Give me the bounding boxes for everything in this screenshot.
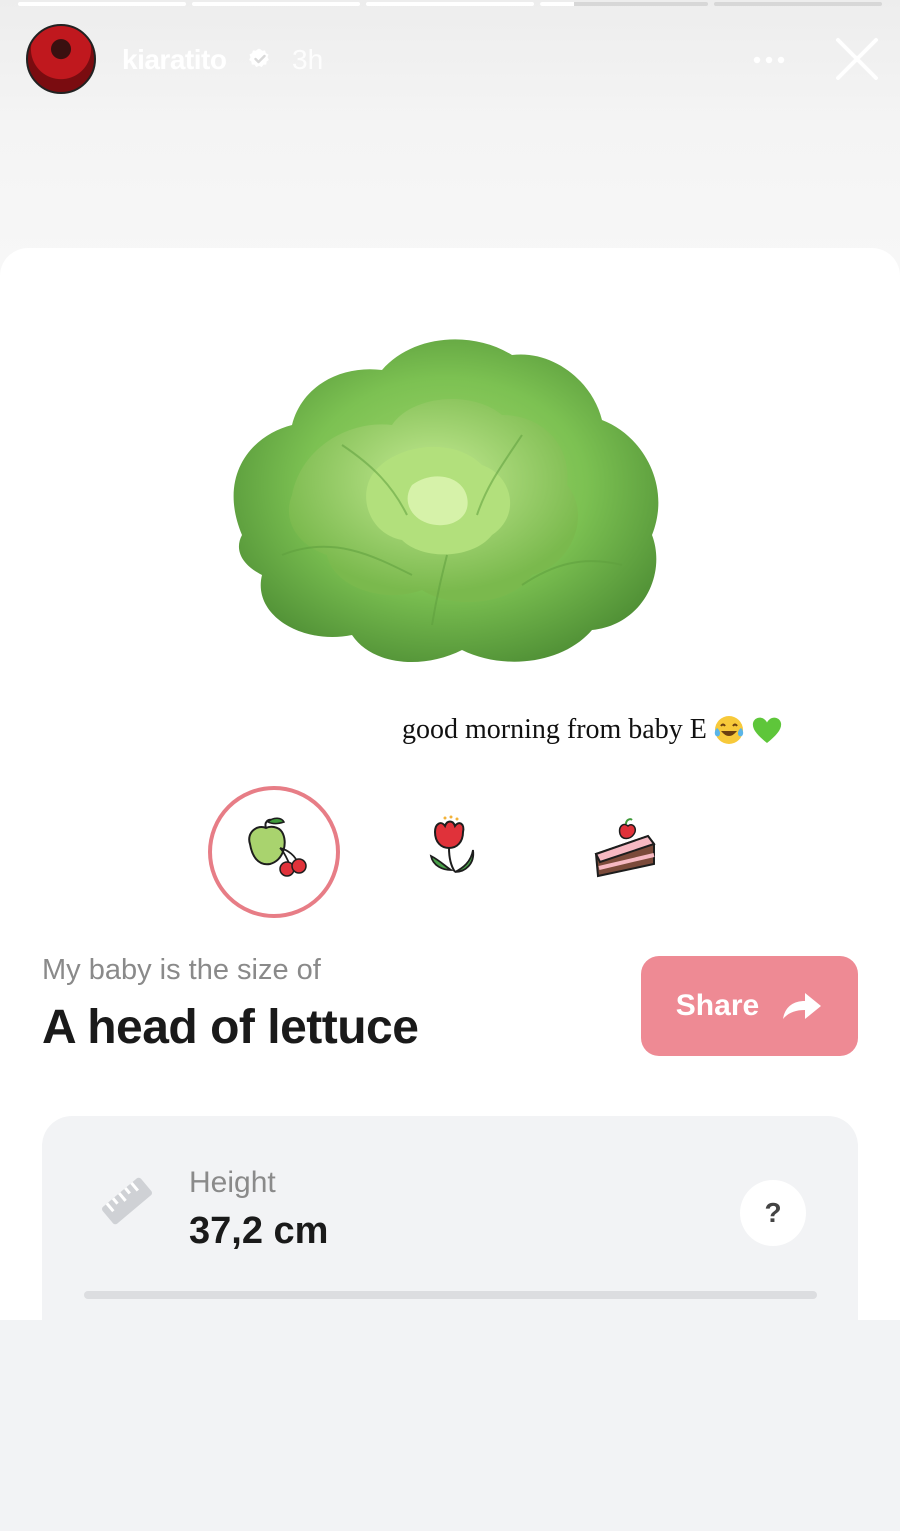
ruler-icon [102,1177,152,1225]
fruit-apple-cherry-icon[interactable] [240,814,310,884]
story-progress-segment [714,2,882,6]
share-button[interactable]: Share [641,956,858,1056]
size-value: A head of lettuce [42,1001,419,1054]
username[interactable]: kiaratito [122,44,227,76]
avatar[interactable] [26,24,96,94]
story-progress-segment [540,2,708,6]
story-progress-bar [18,2,882,6]
height-value: 37,2 cm [189,1210,329,1252]
flower-tulip-icon[interactable] [415,814,485,884]
story-caption: good morning from baby E [402,714,783,746]
post-time: 3h [292,44,324,75]
cake-slice-icon[interactable] [590,814,660,884]
caption-text: good morning from baby E [402,714,707,745]
story-progress-fill [192,2,360,6]
story-progress-segment [366,2,534,6]
green-heart-emoji [752,717,781,743]
share-button-label: Share [675,989,760,1022]
lettuce-image [233,339,659,662]
close-icon[interactable] [832,34,882,84]
story-progress-segment [18,2,186,6]
height-stat-card [42,1116,858,1320]
share-arrow-icon [783,993,822,1019]
tears-of-joy-emoji [714,716,744,744]
story-progress-fill [18,2,186,6]
size-label: My baby is the size of [42,954,321,986]
help-button[interactable]: ? [740,1180,806,1246]
bottom-blank-area [0,1320,900,1531]
more-dots-icon[interactable] [748,40,790,80]
stat-progress-track [84,1291,817,1299]
story-progress-fill [366,2,534,6]
verified-badge-icon [249,48,269,68]
height-label: Height [189,1166,276,1199]
story-progress-segment [192,2,360,6]
story-progress-fill [540,2,574,6]
